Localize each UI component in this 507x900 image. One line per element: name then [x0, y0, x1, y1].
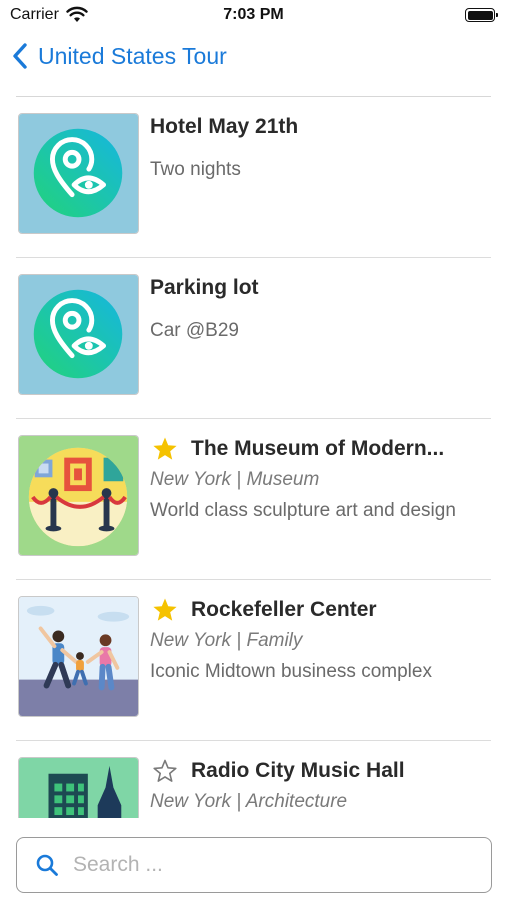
list-item[interactable]: The Museum of Modern... New York | Museu… [16, 419, 491, 580]
search-input[interactable] [73, 846, 473, 884]
item-title: Radio City Music Hall [191, 759, 405, 782]
list-item[interactable]: Radio City Music Hall New York | Archite… [16, 741, 491, 818]
chevron-left-icon [13, 43, 27, 69]
list-item[interactable]: Parking lot Car @B29 [16, 258, 491, 419]
navigation-bar: United States Tour [0, 34, 507, 84]
item-description: Iconic Midtown business complex [150, 661, 432, 682]
item-title: Rockefeller Center [191, 598, 377, 621]
list-item[interactable]: Rockefeller Center New York | Family Ico… [16, 580, 491, 741]
places-list: Hotel May 21th Two nights Parking lot Ca… [16, 96, 491, 818]
search-icon [36, 854, 58, 876]
list-item[interactable]: Hotel May 21th Two nights [16, 97, 491, 258]
back-button-label: United States Tour [38, 42, 227, 69]
item-title: Hotel May 21th [150, 115, 299, 138]
item-meta: New York | Museum [150, 469, 320, 490]
item-title: The Museum of Modern... [191, 437, 445, 460]
family-icon [18, 596, 139, 717]
status-time: 7:03 PM [223, 6, 284, 23]
item-subtitle: Car @B29 [150, 320, 239, 341]
search-bar [16, 837, 492, 893]
back-button[interactable]: United States Tour [10, 42, 227, 70]
item-title: Parking lot [150, 276, 259, 299]
location-eye-icon [18, 274, 139, 395]
item-subtitle: Two nights [150, 159, 241, 180]
status-bar: Carrier 7:03 PM [0, 0, 507, 34]
star-filled-icon[interactable] [152, 436, 178, 462]
item-meta: New York | Family [150, 630, 303, 651]
museum-icon [18, 435, 139, 556]
item-meta: New York | Architecture [150, 791, 348, 812]
item-description: World class sculpture art and design [150, 500, 456, 521]
star-outline-icon[interactable] [152, 758, 178, 784]
city-icon [18, 757, 139, 818]
star-filled-icon[interactable] [152, 597, 178, 623]
battery-icon [465, 8, 498, 22]
location-eye-icon [18, 113, 139, 234]
